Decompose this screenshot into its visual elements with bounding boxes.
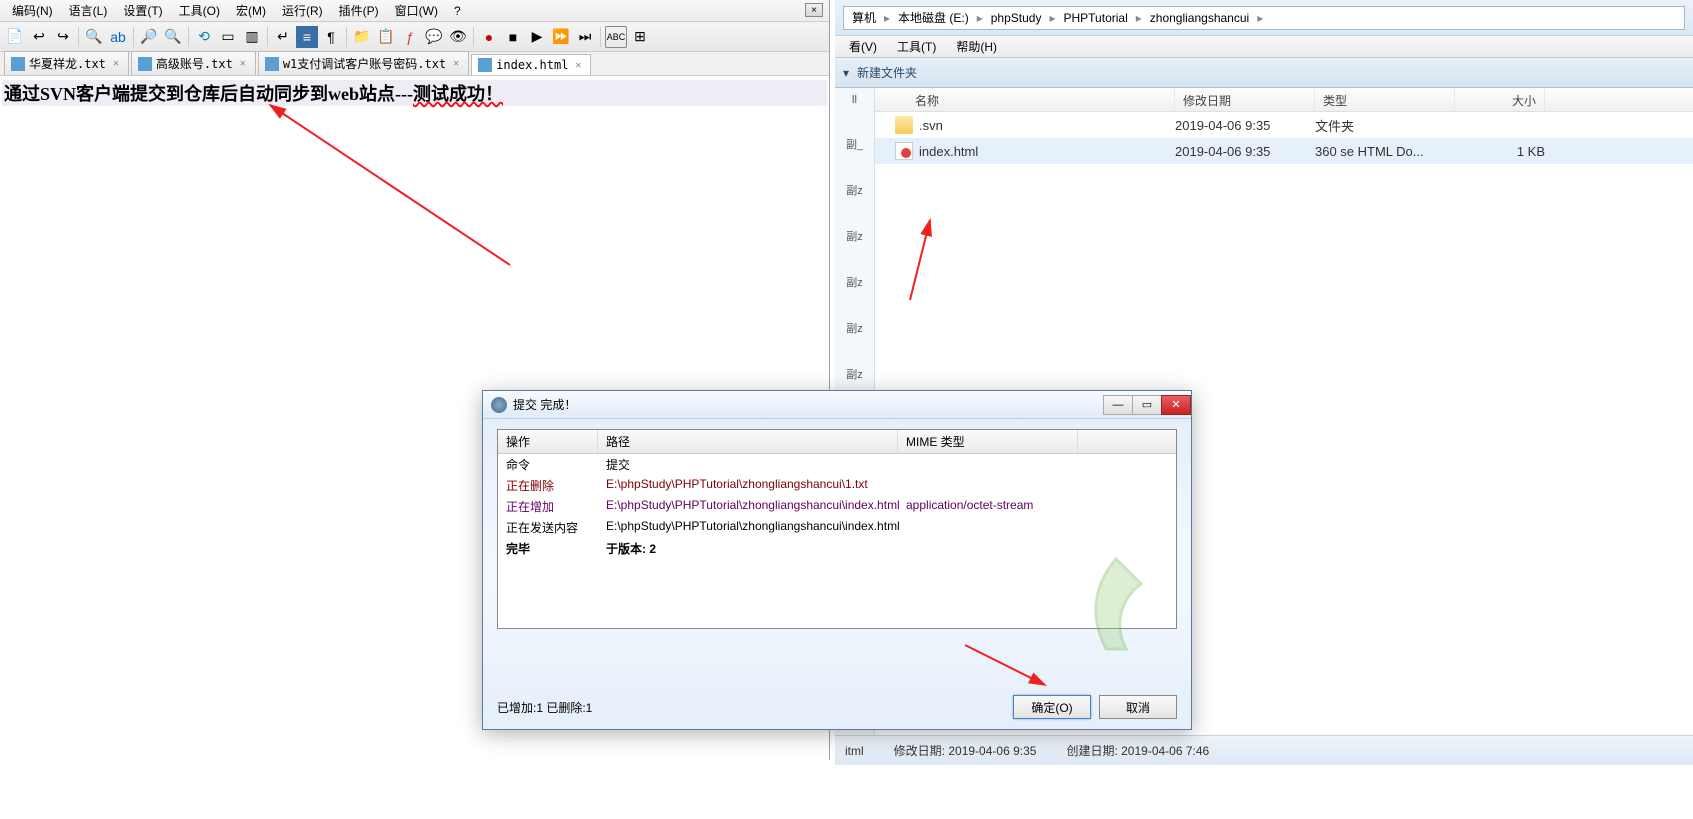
toolbar-dropdown[interactable]: ▾ bbox=[843, 66, 849, 80]
tab-close-icon[interactable]: ✕ bbox=[110, 58, 122, 70]
new-icon[interactable]: 📄 bbox=[4, 26, 26, 48]
th-mime[interactable]: MIME 类型 bbox=[898, 430, 1078, 453]
header-name[interactable]: 名称 bbox=[875, 88, 1175, 111]
menu-item[interactable]: 工具(T) bbox=[887, 36, 946, 57]
explorer-statusbar: itml 修改日期: 2019-04-06 9:35 创建日期: 2019-04… bbox=[835, 735, 1693, 765]
replace-icon[interactable]: ab bbox=[107, 26, 129, 48]
header-size[interactable]: 大小 bbox=[1455, 88, 1545, 111]
table-row: 正在增加E:\phpStudy\PHPTutorial\zhongliangsh… bbox=[498, 496, 1176, 517]
editor-menubar: 编码(N) 语言(L) 设置(T) 工具(O) 宏(M) 运行(R) 插件(P)… bbox=[0, 0, 829, 22]
menu-item[interactable]: 宏(M) bbox=[228, 0, 274, 21]
tab-file[interactable]: 华夏祥龙.txt✕ bbox=[4, 51, 129, 75]
tab-file-active[interactable]: index.html✕ bbox=[471, 54, 591, 75]
redo-icon[interactable]: ↪ bbox=[52, 26, 74, 48]
cancel-button[interactable]: 取消 bbox=[1099, 695, 1177, 719]
file-icon bbox=[138, 57, 152, 71]
header-date[interactable]: 修改日期 bbox=[1175, 88, 1315, 111]
explorer-menubar: 看(V) 工具(T) 帮助(H) bbox=[835, 36, 1693, 58]
file-icon bbox=[265, 57, 279, 71]
doc-icon[interactable]: 📋 bbox=[375, 26, 397, 48]
dialog-title: 提交 完成！ bbox=[513, 396, 576, 413]
menu-item[interactable]: 设置(T) bbox=[115, 0, 170, 21]
menu-item[interactable]: 帮助(H) bbox=[946, 36, 1007, 57]
tab-close-icon[interactable]: ✕ bbox=[450, 58, 462, 70]
svn-commit-dialog: 提交 完成！ — ▭ ✕ 操作 路径 MIME 类型 命令提交 正在删除E:\p… bbox=[482, 390, 1192, 730]
folder-icon[interactable]: 📁 bbox=[351, 26, 373, 48]
list-headers: 名称 修改日期 类型 大小 bbox=[875, 88, 1693, 112]
dialog-titlebar[interactable]: 提交 完成！ — ▭ ✕ bbox=[483, 391, 1191, 419]
tab-file[interactable]: 高级账号.txt✕ bbox=[131, 51, 256, 75]
tab-close-icon[interactable]: ✕ bbox=[572, 59, 584, 71]
up-arrow-icon bbox=[1071, 549, 1161, 669]
table-row: 正在发送内容E:\phpStudy\PHPTutorial\zhongliang… bbox=[498, 517, 1176, 538]
menu-item[interactable]: ? bbox=[446, 2, 469, 20]
sync-icon[interactable]: ⟲ bbox=[193, 26, 215, 48]
editor-toolbar: 📄 ↩ ↪ 🔍 ab 🔎 🔍 ⟲ ▭ ▥ ↵ ≡ ¶ 📁 📋 ƒ 💬 👁 ● ■… bbox=[0, 22, 829, 52]
split-icon[interactable]: ▥ bbox=[241, 26, 263, 48]
comment-icon[interactable]: 💬 bbox=[423, 26, 445, 48]
list-item-selected[interactable]: index.html 2019-04-06 9:35 360 se HTML D… bbox=[875, 138, 1693, 164]
editor-content[interactable]: 通过SVN客户端提交到仓库后自动同步到web站点---测试成功！ bbox=[0, 76, 829, 110]
tab-file[interactable]: w1支付调试客户账号密码.txt✕ bbox=[258, 51, 469, 75]
spellcheck-icon[interactable]: ABC bbox=[605, 26, 627, 48]
ok-button[interactable]: 确定(O) bbox=[1013, 695, 1091, 719]
menu-item[interactable]: 看(V) bbox=[839, 36, 887, 57]
explorer-addressbar: 算机▸ 本地磁盘 (E:)▸ phpStudy▸ PHPTutorial▸ zh… bbox=[835, 0, 1693, 36]
wrap-icon[interactable]: ↵ bbox=[272, 26, 294, 48]
breadcrumb[interactable]: 算机▸ 本地磁盘 (E:)▸ phpStudy▸ PHPTutorial▸ zh… bbox=[843, 6, 1685, 30]
function-icon[interactable]: ƒ bbox=[399, 26, 421, 48]
folder-icon bbox=[895, 116, 913, 134]
th-action[interactable]: 操作 bbox=[498, 430, 598, 453]
menu-item[interactable]: 窗口(W) bbox=[387, 0, 446, 21]
file-icon bbox=[478, 58, 492, 72]
menu-item[interactable]: 运行(R) bbox=[274, 0, 331, 21]
indent-icon[interactable]: ≡ bbox=[296, 26, 318, 48]
end-icon[interactable]: ⏭ bbox=[574, 26, 596, 48]
menu-item[interactable]: 插件(P) bbox=[331, 0, 387, 21]
search-icon[interactable]: 🔍 bbox=[83, 26, 105, 48]
editor-minimize-button[interactable]: × bbox=[805, 3, 823, 17]
th-path[interactable]: 路径 bbox=[598, 430, 898, 453]
play-icon[interactable]: ▶ bbox=[526, 26, 548, 48]
file-icon bbox=[11, 57, 25, 71]
editor-tabs: 华夏祥龙.txt✕ 高级账号.txt✕ w1支付调试客户账号密码.txt✕ in… bbox=[0, 52, 829, 76]
record-icon[interactable]: ● bbox=[478, 26, 500, 48]
html-file-icon bbox=[895, 142, 913, 160]
dialog-summary: 已增加:1 已删除:1 bbox=[497, 699, 592, 716]
undo-icon[interactable]: ↩ bbox=[28, 26, 50, 48]
list-item[interactable]: .svn 2019-04-06 9:35 文件夹 bbox=[875, 112, 1693, 138]
stop-icon[interactable]: ■ bbox=[502, 26, 524, 48]
menu-item[interactable]: 工具(O) bbox=[171, 0, 228, 21]
help-icon[interactable]: ⊞ bbox=[629, 26, 651, 48]
table-row: 正在删除E:\phpStudy\PHPTutorial\zhongliangsh… bbox=[498, 475, 1176, 496]
table-row: 命令提交 bbox=[498, 454, 1176, 475]
header-type[interactable]: 类型 bbox=[1315, 88, 1455, 111]
svn-icon bbox=[491, 397, 507, 413]
menu-item[interactable]: 编码(N) bbox=[4, 0, 61, 21]
eye-icon[interactable]: 👁 bbox=[447, 26, 469, 48]
explorer-toolbar: ▾ 新建文件夹 bbox=[835, 58, 1693, 88]
zoom-out-icon[interactable]: 🔍 bbox=[162, 26, 184, 48]
window-icon[interactable]: ▭ bbox=[217, 26, 239, 48]
close-button[interactable]: ✕ bbox=[1161, 395, 1191, 415]
guide-icon[interactable]: ¶ bbox=[320, 26, 342, 48]
zoom-in-icon[interactable]: 🔎 bbox=[138, 26, 160, 48]
maximize-button[interactable]: ▭ bbox=[1132, 395, 1162, 415]
minimize-button[interactable]: — bbox=[1103, 395, 1133, 415]
ff-icon[interactable]: ⏩ bbox=[550, 26, 572, 48]
tab-close-icon[interactable]: ✕ bbox=[237, 58, 249, 70]
new-folder-button[interactable]: 新建文件夹 bbox=[857, 64, 917, 81]
menu-item[interactable]: 语言(L) bbox=[61, 0, 116, 21]
